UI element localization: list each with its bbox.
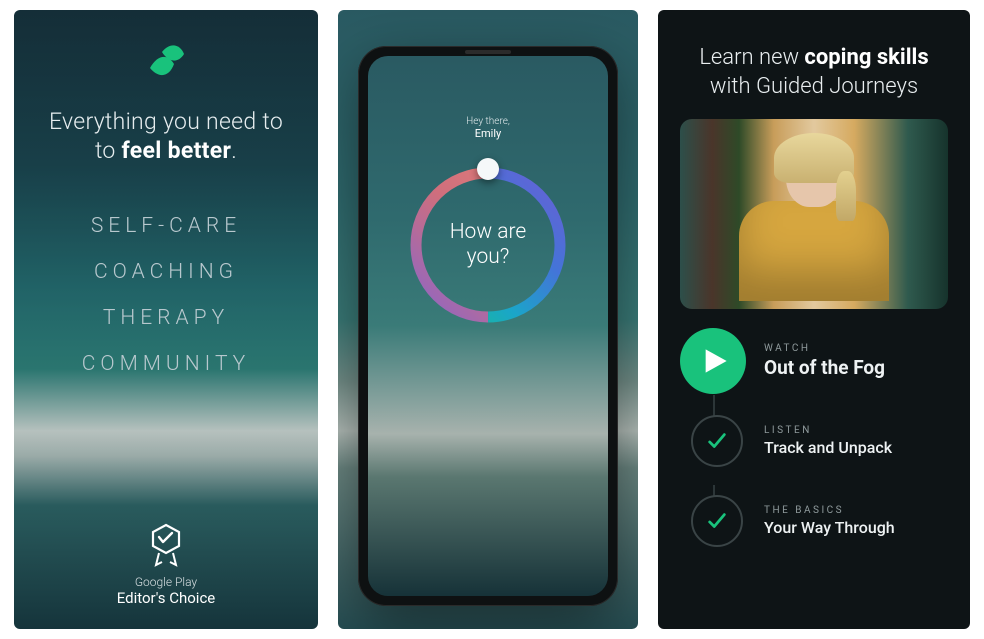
mood-ring-track-icon	[403, 160, 573, 330]
screenshot-panel-2: Hey there, Emily	[338, 10, 638, 629]
feature-item: COMMUNITY	[82, 352, 251, 376]
feature-list: SELF-CARE COACHING THERAPY COMMUNITY	[82, 192, 251, 398]
badge-subtitle: Google Play	[135, 575, 197, 589]
mood-ring[interactable]: How are you?	[403, 160, 573, 330]
play-icon	[701, 347, 729, 375]
screenshot-panel-3: Learn new coping skills with Guided Jour…	[658, 10, 970, 629]
tagline-lead: Everything you need to	[49, 108, 283, 135]
instructor-portrait	[749, 139, 879, 309]
editors-choice-badge: Google Play Editor's Choice	[117, 523, 216, 607]
badge-title: Editor's Choice	[117, 589, 216, 607]
feature-item: SELF-CARE	[82, 214, 251, 238]
play-button[interactable]	[680, 328, 746, 394]
tagline: Everything you need to to feel better.	[49, 108, 283, 166]
phone-screen: Hey there, Emily	[368, 56, 608, 596]
journey-title: Your Way Through	[764, 518, 895, 537]
tagline-tail: .	[231, 137, 237, 164]
check-icon	[706, 430, 728, 452]
journey-label: THE BASICS	[764, 505, 895, 516]
tagline-bold: feel better	[122, 137, 232, 164]
journey-step-indicator	[691, 415, 743, 467]
journey-item-listen[interactable]: LISTEN Track and Unpack	[680, 405, 948, 477]
journey-title: Track and Unpack	[764, 438, 892, 457]
journey-label: LISTEN	[764, 425, 892, 436]
mood-ring-thumb[interactable]	[477, 158, 499, 180]
panel3-title: Learn new coping skills with Guided Jour…	[680, 44, 948, 101]
journey-step-indicator	[691, 495, 743, 547]
greeting-line: Hey there,	[466, 116, 510, 127]
feature-item: COACHING	[82, 260, 251, 284]
feature-item: THERAPY	[82, 306, 251, 330]
greeting-name: Emily	[475, 127, 501, 140]
app-logo-icon	[144, 44, 188, 80]
journey-list: WATCH Out of the Fog LISTEN Track and Un…	[680, 325, 948, 557]
journey-video-thumbnail[interactable]	[680, 119, 948, 309]
award-icon	[147, 523, 185, 569]
phone-mockup: Hey there, Emily	[358, 46, 618, 606]
check-icon	[706, 510, 728, 532]
journey-label: WATCH	[764, 343, 885, 354]
journey-title: Out of the Fog	[764, 356, 885, 379]
journey-item-watch[interactable]: WATCH Out of the Fog	[680, 325, 948, 397]
screenshot-panel-1: Everything you need to to feel better. S…	[14, 10, 318, 629]
journey-item-basics[interactable]: THE BASICS Your Way Through	[680, 485, 948, 557]
